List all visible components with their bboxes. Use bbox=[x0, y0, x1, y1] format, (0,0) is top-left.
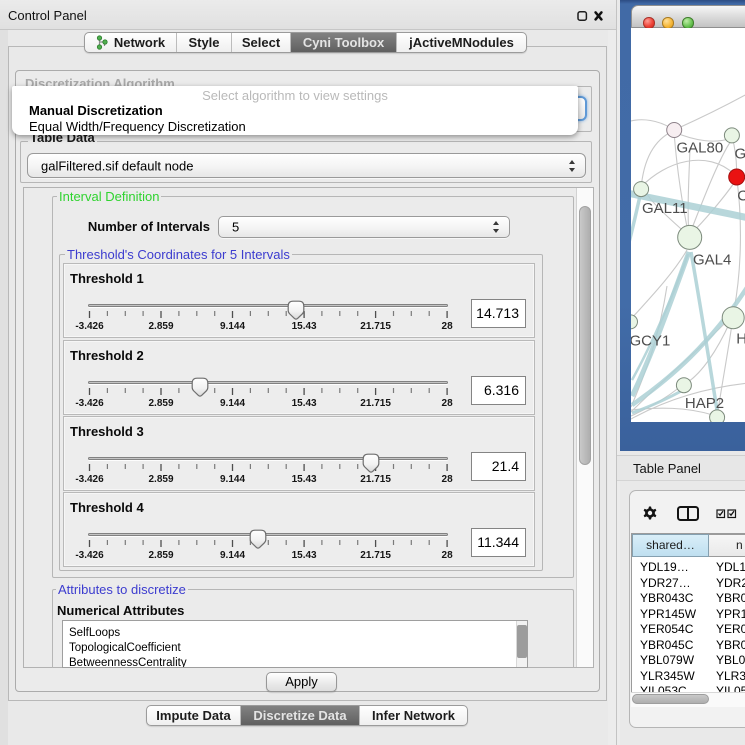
svg-text:GCY1: GCY1 bbox=[631, 333, 670, 350]
svg-text:GAL11: GAL11 bbox=[642, 200, 688, 217]
svg-text:G..: G.. bbox=[735, 146, 745, 163]
svg-text:C: C bbox=[737, 188, 745, 205]
svg-text:HAP2: HAP2 bbox=[685, 395, 724, 412]
svg-text:H: H bbox=[736, 331, 745, 348]
svg-text:GAL4: GAL4 bbox=[693, 252, 731, 269]
svg-text:GAL80: GAL80 bbox=[677, 140, 724, 157]
